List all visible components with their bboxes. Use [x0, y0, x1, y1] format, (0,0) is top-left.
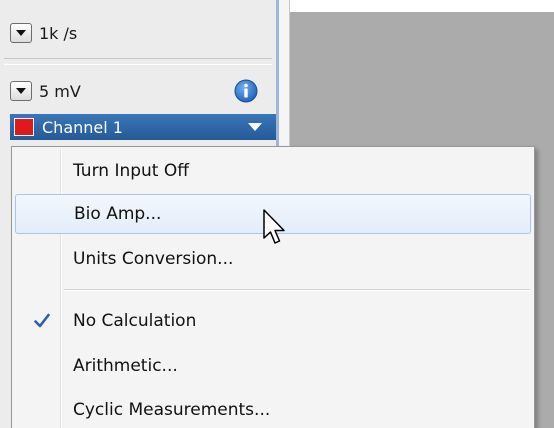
app-window: 1k /s 5 mV Channel 1 Turn Input Off Bio … — [0, 0, 554, 428]
channel-name: Channel 1 — [42, 117, 123, 137]
channel-context-menu: Turn Input Off Bio Amp... Units Conversi… — [11, 146, 535, 428]
menu-item-units-conversion[interactable]: Units Conversion... — [15, 239, 531, 279]
channel-header-bar[interactable]: Channel 1 — [10, 114, 276, 140]
range-row: 5 mV — [0, 76, 276, 106]
menu-item-label: Bio Amp... — [74, 204, 162, 224]
sample-rate-value: 1k /s — [39, 23, 78, 43]
panel-divider — [4, 58, 272, 59]
info-icon[interactable] — [234, 79, 258, 103]
sample-rate-row: 1k /s — [0, 14, 276, 52]
workspace-top-strip — [290, 0, 554, 12]
menu-item-label: Arithmetic... — [73, 356, 178, 376]
menu-item-label: Turn Input Off — [73, 161, 189, 181]
channel-color-swatch[interactable] — [14, 118, 34, 136]
menu-item-turn-input-off[interactable]: Turn Input Off — [15, 151, 531, 191]
range-value: 5 mV — [39, 81, 81, 101]
menu-item-label: Cyclic Measurements... — [73, 400, 271, 420]
check-icon — [34, 313, 50, 328]
menu-separator-highlight — [64, 290, 530, 291]
menu-item-bio-amp[interactable]: Bio Amp... — [15, 194, 531, 234]
menu-item-label: No Calculation — [73, 311, 197, 331]
menu-item-no-calculation[interactable]: No Calculation — [15, 301, 531, 341]
menu-item-arithmetic[interactable]: Arithmetic... — [15, 346, 531, 386]
range-dropdown-button[interactable] — [10, 81, 32, 101]
chevron-down-icon — [16, 30, 26, 36]
menu-item-label: Units Conversion... — [73, 249, 234, 269]
menu-item-cyclic-measurements[interactable]: Cyclic Measurements... — [15, 390, 531, 428]
chevron-down-icon — [16, 88, 26, 94]
channel-menu-arrow-icon[interactable] — [247, 122, 263, 132]
sample-rate-dropdown-button[interactable] — [10, 23, 32, 43]
panel-divider-highlight — [4, 64, 272, 65]
